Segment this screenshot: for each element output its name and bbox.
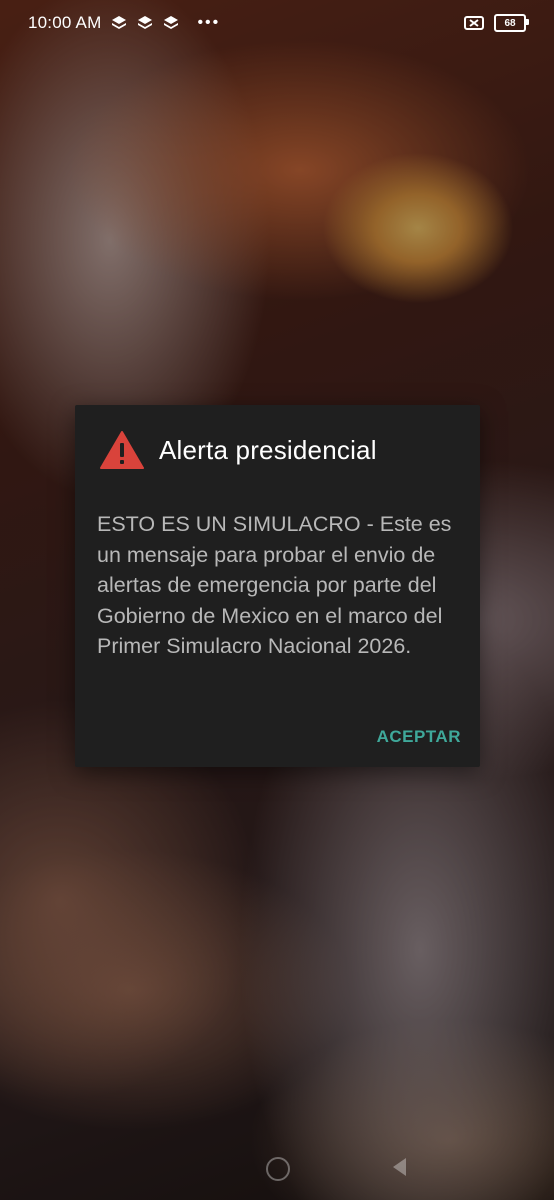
layers-icon — [138, 16, 153, 29]
status-bar: 10:00 AM ••• 68 — [0, 0, 554, 46]
dialog-title: Alerta presidencial — [159, 434, 377, 465]
alert-message: ESTO ES UN SIMULACRO - Este es un mensaj… — [97, 512, 452, 659]
accept-button[interactable]: ACEPTAR — [375, 723, 463, 751]
emergency-alert-dialog: Alerta presidencial ESTO ES UN SIMULACRO… — [75, 405, 480, 767]
layers-icon — [112, 16, 127, 29]
dialog-header: Alerta presidencial — [99, 427, 460, 473]
battery-icon: 68 — [494, 14, 529, 32]
status-time: 10:00 AM — [28, 13, 102, 32]
home-circle-icon[interactable] — [266, 1157, 290, 1181]
overflow-dots-icon: ••• — [197, 14, 221, 31]
warning-triangle-icon — [100, 431, 144, 469]
no-sim-icon — [464, 16, 484, 30]
back-triangle-icon[interactable] — [393, 1158, 406, 1176]
layers-icon — [164, 16, 179, 29]
battery-level: 68 — [504, 17, 516, 29]
